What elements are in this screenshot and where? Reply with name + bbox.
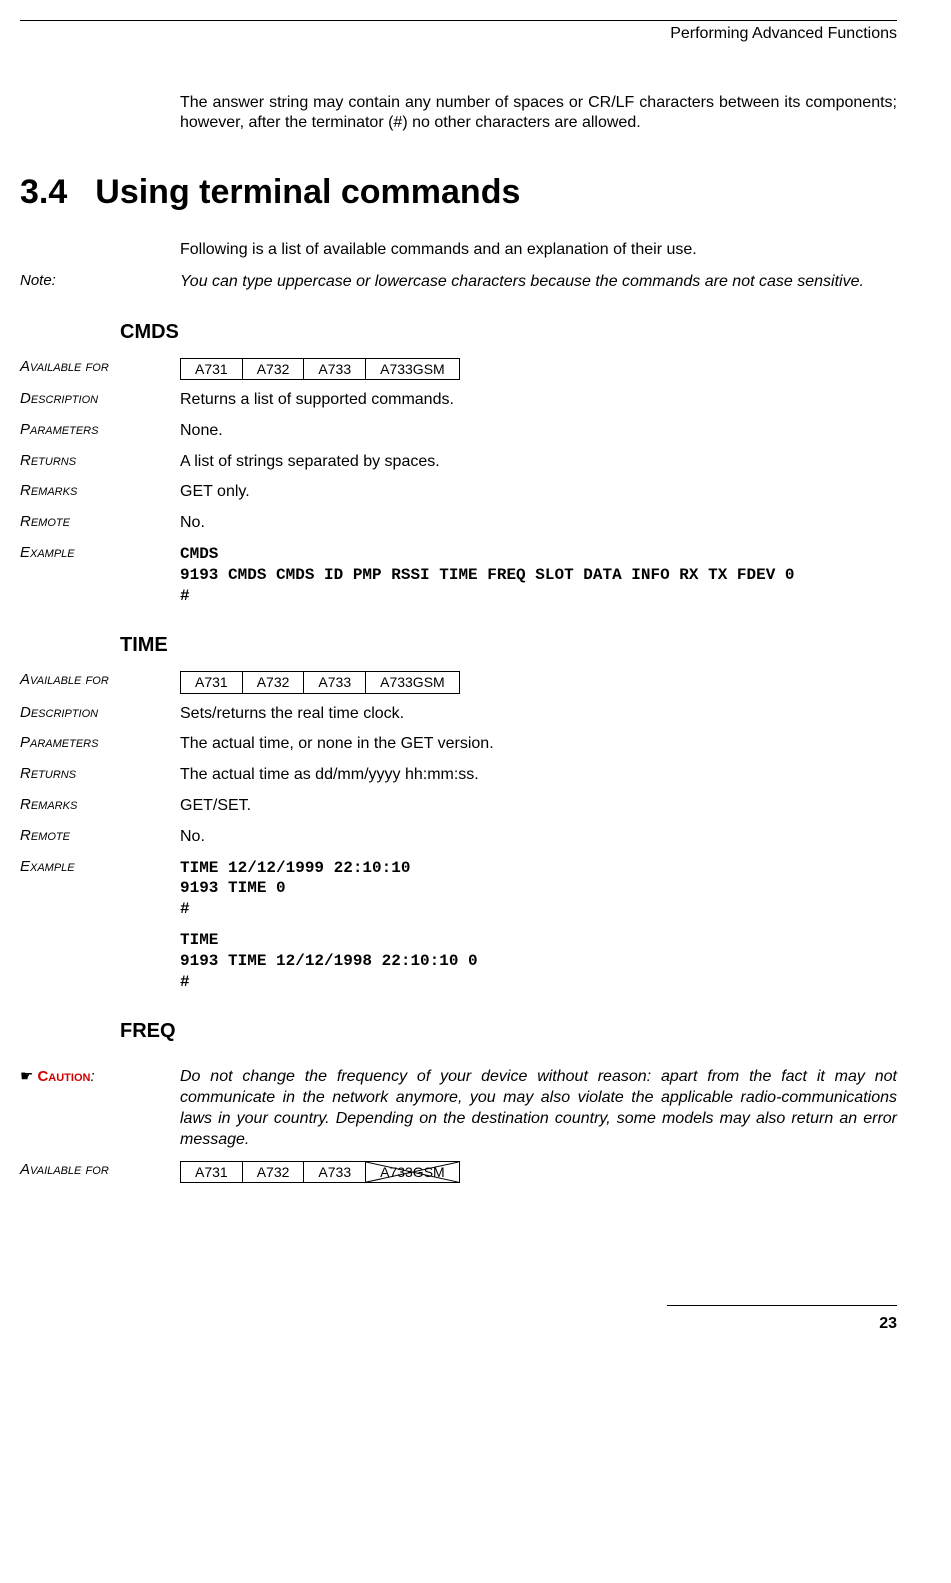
time-avail-2: A733: [304, 672, 366, 693]
time-description: Sets/returns the real time clock.: [180, 704, 897, 725]
label-remote: Remote: [20, 513, 180, 530]
label-available-for: Available for: [20, 1161, 180, 1178]
label-remarks: Remarks: [20, 482, 180, 499]
pointing-hand-icon: ☛: [20, 1068, 33, 1085]
intro-paragraph: The answer string may contain any number…: [180, 93, 897, 133]
caution-label: ☛Caution:: [20, 1067, 180, 1085]
page-number: 23: [20, 1315, 897, 1333]
caution-text: Do not change the frequency of your devi…: [180, 1067, 897, 1150]
freq-available-table: A731 A732 A733 A733GSM: [180, 1161, 897, 1183]
cmds-avail-0: A731: [181, 358, 243, 379]
time-available-table: A731 A732 A733 A733GSM: [180, 671, 897, 693]
time-avail-1: A732: [242, 672, 304, 693]
caution-word: Caution: [37, 1068, 90, 1085]
time-parameters: The actual time, or none in the GET vers…: [180, 734, 897, 755]
time-remote: No.: [180, 827, 897, 848]
label-parameters: Parameters: [20, 734, 180, 751]
note-label: Note:: [20, 272, 180, 289]
label-remote: Remote: [20, 827, 180, 844]
running-header: Performing Advanced Functions: [20, 25, 897, 43]
time-avail-0: A731: [181, 672, 243, 693]
label-description: Description: [20, 704, 180, 721]
cmds-example: CMDS 9193 CMDS CMDS ID PMP RSSI TIME FRE…: [180, 544, 897, 606]
freq-avail-3: A733GSM: [366, 1161, 460, 1182]
label-available-for: Available for: [20, 358, 180, 375]
time-avail-3: A733GSM: [366, 672, 460, 693]
cmds-description: Returns a list of supported commands.: [180, 390, 897, 411]
cmds-returns: A list of strings separated by spaces.: [180, 452, 897, 473]
caution-colon: :: [90, 1068, 94, 1085]
label-available-for: Available for: [20, 671, 180, 688]
cmds-parameters: None.: [180, 421, 897, 442]
freq-avail-3-text: A733GSM: [380, 1164, 445, 1180]
label-parameters: Parameters: [20, 421, 180, 438]
time-example-1: TIME 12/12/1999 22:10:10 9193 TIME 0 #: [180, 858, 897, 920]
label-example: Example: [20, 544, 180, 561]
heading-time: TIME: [120, 634, 897, 657]
section-number: 3.4: [20, 173, 67, 212]
time-remarks: GET/SET.: [180, 796, 897, 817]
label-example: Example: [20, 858, 180, 875]
footer-rule: [667, 1305, 897, 1306]
label-returns: Returns: [20, 452, 180, 469]
section-title: Using terminal commands: [95, 173, 520, 212]
time-returns: The actual time as dd/mm/yyyy hh:mm:ss.: [180, 765, 897, 786]
cmds-avail-2: A733: [304, 358, 366, 379]
label-remarks: Remarks: [20, 796, 180, 813]
heading-cmds: CMDS: [120, 321, 897, 344]
section-intro: Following is a list of available command…: [180, 240, 897, 260]
heading-freq: FREQ: [120, 1020, 897, 1043]
label-returns: Returns: [20, 765, 180, 782]
label-description: Description: [20, 390, 180, 407]
cmds-remote: No.: [180, 513, 897, 534]
freq-avail-0: A731: [181, 1161, 243, 1182]
cmds-avail-1: A732: [242, 358, 304, 379]
cmds-available-table: A731 A732 A733 A733GSM: [180, 358, 897, 380]
freq-avail-2: A733: [304, 1161, 366, 1182]
time-example-2: TIME 9193 TIME 12/12/1998 22:10:10 0 #: [180, 930, 897, 992]
note-text: You can type uppercase or lowercase char…: [180, 272, 897, 293]
freq-avail-1: A732: [242, 1161, 304, 1182]
cmds-avail-3: A733GSM: [366, 358, 460, 379]
cmds-remarks: GET only.: [180, 482, 897, 503]
